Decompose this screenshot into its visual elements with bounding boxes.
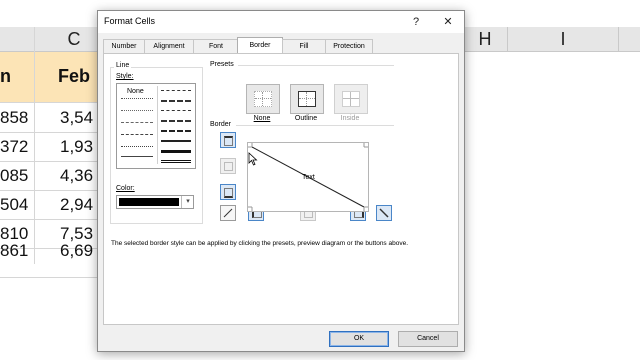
table-cell[interactable]: 085 xyxy=(0,161,28,190)
preset-inside-button[interactable] xyxy=(334,84,368,114)
border-preview-diagram[interactable]: Text xyxy=(247,142,369,212)
header-cell[interactable]: n xyxy=(0,62,11,91)
line-style-option[interactable] xyxy=(161,150,191,153)
ok-button[interactable]: OK xyxy=(329,331,389,347)
line-style-option[interactable] xyxy=(121,156,153,157)
table-cell[interactable]: 3,54 xyxy=(60,103,93,132)
line-style-option[interactable] xyxy=(161,90,191,91)
preview-text: Text xyxy=(302,174,315,181)
border-top-button[interactable] xyxy=(220,132,236,148)
style-divider xyxy=(157,86,158,164)
table-cell[interactable]: 4,36 xyxy=(60,161,93,190)
tab-font[interactable]: Font xyxy=(193,39,239,53)
border-diagonal-down-button[interactable] xyxy=(376,205,392,221)
format-cells-dialog: Format Cells ? ✕ Number Alignment Font B… xyxy=(97,10,465,352)
preset-none-button[interactable] xyxy=(246,84,280,114)
line-style-option[interactable] xyxy=(161,140,191,142)
table-cell[interactable]: 504 xyxy=(0,190,28,219)
border-description: The selected border style can be applied… xyxy=(111,240,409,247)
preset-none-label: None xyxy=(253,115,271,122)
line-label: Line xyxy=(114,62,132,69)
tab-number[interactable]: Number xyxy=(103,39,145,53)
border-inside-horizontal-button[interactable] xyxy=(220,158,236,174)
line-style-option[interactable] xyxy=(121,146,153,147)
line-style-option[interactable] xyxy=(161,100,191,102)
dialog-title: Format Cells xyxy=(104,16,156,26)
color-swatch xyxy=(119,198,179,206)
tab-fill[interactable]: Fill xyxy=(282,39,326,53)
style-none-option[interactable]: None xyxy=(127,88,144,95)
dialog-titlebar[interactable]: Format Cells ? ✕ xyxy=(98,11,464,33)
line-style-option[interactable] xyxy=(121,110,153,111)
close-button[interactable]: ✕ xyxy=(438,13,458,31)
table-cell[interactable]: 372 xyxy=(0,132,28,161)
line-style-option[interactable] xyxy=(121,122,153,123)
chevron-down-icon[interactable]: ▾ xyxy=(181,196,194,208)
presets-label: Presets xyxy=(210,61,234,68)
preset-outline-button[interactable] xyxy=(290,84,324,114)
tab-alignment[interactable]: Alignment xyxy=(144,39,194,53)
table-cell[interactable]: 2,94 xyxy=(60,190,93,219)
column-header-h[interactable]: H xyxy=(463,27,508,51)
line-style-option[interactable] xyxy=(161,120,191,122)
preset-outline-label: Outline xyxy=(294,115,318,122)
tab-border[interactable]: Border xyxy=(237,37,283,54)
color-label: Color: xyxy=(116,185,135,192)
table-cell[interactable]: 1,93 xyxy=(60,132,93,161)
table-cell[interactable]: 6,69 xyxy=(60,236,93,265)
cancel-button[interactable]: Cancel xyxy=(398,331,458,347)
line-style-option[interactable] xyxy=(161,130,191,132)
table-cell[interactable]: 861 xyxy=(0,236,28,265)
header-cell[interactable]: Feb xyxy=(58,62,90,91)
border-diagonal-up-button[interactable] xyxy=(220,205,236,221)
preset-inside-label: Inside xyxy=(340,115,360,122)
help-button[interactable]: ? xyxy=(406,13,426,31)
line-style-option[interactable] xyxy=(121,134,153,135)
border-label: Border xyxy=(210,121,232,128)
border-separator xyxy=(236,125,394,126)
column-header-i[interactable]: I xyxy=(508,27,619,51)
line-style-list[interactable]: None xyxy=(116,83,196,169)
presets-separator xyxy=(238,65,394,66)
preset-none-icon xyxy=(254,91,272,107)
preset-outline-icon xyxy=(298,91,316,107)
line-style-option[interactable] xyxy=(161,160,191,163)
tab-protection[interactable]: Protection xyxy=(325,39,373,53)
preset-inside-icon xyxy=(342,91,360,107)
border-bottom-button[interactable] xyxy=(220,184,236,200)
line-style-option[interactable] xyxy=(161,110,191,111)
line-style-option[interactable] xyxy=(121,98,153,99)
table-cell[interactable]: 858 xyxy=(0,103,28,132)
style-label: Style: xyxy=(116,73,134,80)
color-dropdown[interactable]: ▾ xyxy=(116,195,194,209)
